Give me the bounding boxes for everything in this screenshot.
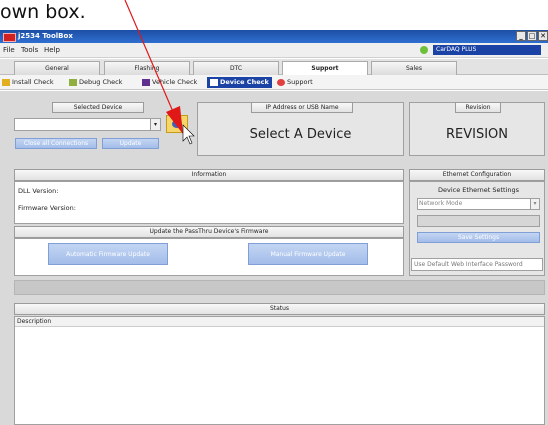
web-password-input[interactable]: Use Default Web Interface Password bbox=[411, 258, 543, 271]
tab-flashing[interactable]: Flashing bbox=[104, 61, 190, 75]
tab-support[interactable]: Support bbox=[282, 61, 368, 75]
subtab-device-check-label: Device Check bbox=[220, 78, 269, 86]
subtab-vehicle-check-label: Vehicle Check bbox=[152, 78, 198, 86]
device-icon bbox=[210, 79, 218, 86]
install-icon bbox=[2, 79, 10, 86]
close-all-connections-button[interactable]: Close all Connections bbox=[15, 138, 97, 149]
firmware-update-header: Update the PassThru Device's Firmware bbox=[14, 226, 404, 238]
network-mode-chevron-icon: ▾ bbox=[530, 199, 539, 209]
dll-version-label: DLL Version: bbox=[18, 187, 59, 195]
gear-icon bbox=[172, 120, 182, 128]
firmware-version-label: Firmware Version: bbox=[18, 204, 76, 212]
selected-device-header: Selected Device bbox=[52, 102, 144, 113]
network-mode-value: Network Mode bbox=[419, 200, 463, 207]
maximize-button[interactable]: □ bbox=[527, 31, 537, 41]
status-column-header: Description bbox=[15, 317, 544, 327]
close-button[interactable]: ✕ bbox=[538, 31, 548, 41]
device-selector[interactable]: CarDAQ PLUS bbox=[433, 45, 541, 55]
window-controls: _ □ ✕ bbox=[516, 31, 548, 41]
ethernet-header: Ethernet Configuration bbox=[409, 169, 545, 181]
ip-value: Select A Device bbox=[249, 127, 352, 142]
device-dropdown[interactable]: ▾ bbox=[14, 118, 161, 131]
status-list[interactable]: Description bbox=[14, 316, 545, 425]
subtab-support-label: Support bbox=[287, 78, 313, 86]
subtab-vehicle-check[interactable]: Vehicle Check bbox=[142, 77, 197, 88]
menu-bar: File Tools Help CarDAQ PLUS bbox=[0, 43, 548, 58]
subtab-install-check[interactable]: Install Check bbox=[2, 77, 54, 88]
caption-text: own box. bbox=[0, 1, 86, 23]
status-icon bbox=[420, 46, 428, 54]
save-settings-button[interactable]: Save Settings bbox=[417, 232, 540, 243]
sub-tabs: Install Check Debug Check Vehicle Check … bbox=[0, 75, 548, 90]
tab-dtc[interactable]: DTC bbox=[193, 61, 279, 75]
support-icon bbox=[277, 79, 285, 86]
status-header: Status bbox=[14, 303, 545, 315]
ethernet-settings-group-label: Device Ethernet Settings bbox=[438, 186, 520, 194]
chevron-down-icon: ▾ bbox=[150, 119, 160, 130]
caption: own box. bbox=[0, 0, 548, 30]
menu-tools[interactable]: Tools bbox=[21, 46, 38, 54]
title-bar: j2534 ToolBox _ □ ✕ bbox=[0, 30, 548, 43]
information-header: Information bbox=[14, 169, 404, 181]
main-tabs: General Flashing DTC Support Sales bbox=[0, 59, 548, 75]
manual-firmware-update-button[interactable]: Manual Firmware Update bbox=[248, 243, 368, 265]
ip-header: IP Address or USB Name bbox=[251, 102, 353, 113]
debug-icon bbox=[69, 79, 77, 86]
automatic-firmware-update-button[interactable]: Automatic Firmware Update bbox=[48, 243, 168, 265]
vehicle-icon bbox=[142, 79, 150, 86]
subtab-support[interactable]: Support bbox=[277, 77, 313, 88]
subtab-debug-check-label: Debug Check bbox=[79, 78, 123, 86]
update-device-button[interactable]: Update bbox=[102, 138, 159, 149]
menu-file[interactable]: File bbox=[3, 46, 15, 54]
network-mode-select[interactable]: Network Mode ▾ bbox=[417, 198, 540, 210]
information-panel bbox=[14, 181, 404, 224]
revision-header: Revision bbox=[455, 102, 501, 113]
tab-general[interactable]: General bbox=[14, 61, 100, 75]
tab-sales[interactable]: Sales bbox=[371, 61, 457, 75]
subtab-install-check-label: Install Check bbox=[12, 78, 54, 86]
main-content: Selected Device ▾ Close all Connections … bbox=[0, 91, 548, 425]
revision-value: REVISION bbox=[445, 127, 509, 142]
subtab-debug-check[interactable]: Debug Check bbox=[69, 77, 122, 88]
menu-help[interactable]: Help bbox=[44, 46, 60, 54]
find-devices-button[interactable] bbox=[166, 115, 188, 133]
network-field[interactable] bbox=[417, 215, 540, 227]
subtab-device-check[interactable]: Device Check bbox=[207, 77, 272, 88]
window-title: j2534 ToolBox bbox=[18, 32, 73, 40]
status-band bbox=[14, 280, 545, 295]
app-icon bbox=[3, 33, 16, 42]
minimize-button[interactable]: _ bbox=[516, 31, 526, 41]
